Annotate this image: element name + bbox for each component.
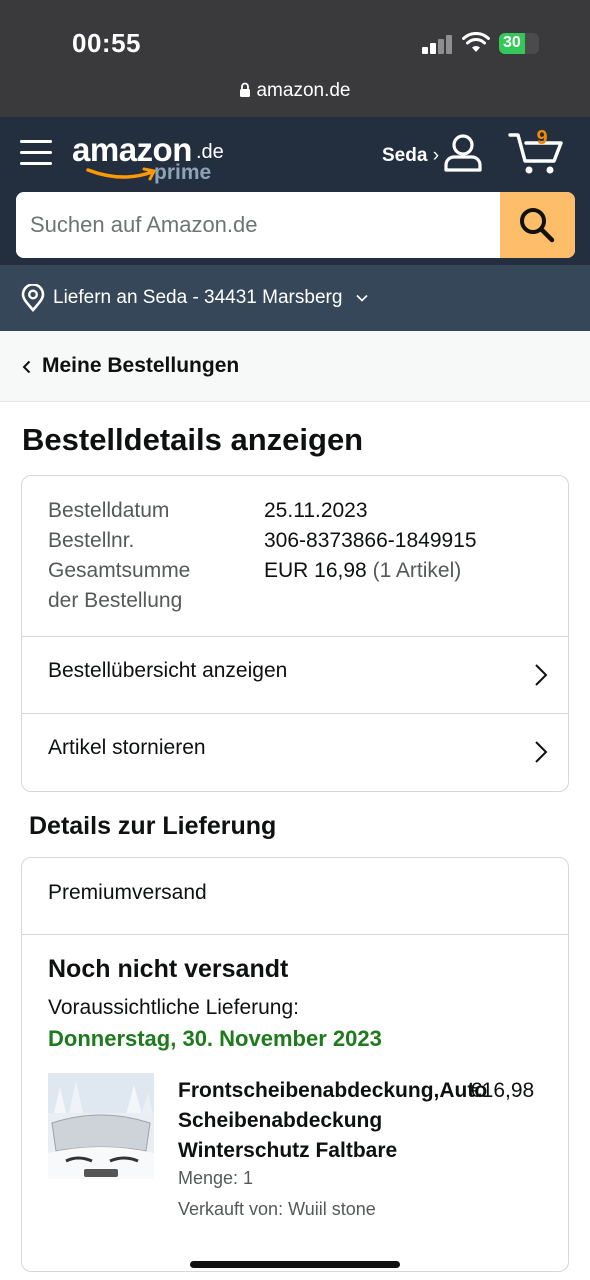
product-image[interactable] — [48, 1073, 154, 1179]
amazon-prime-logo[interactable]: amazon .de prime — [72, 131, 232, 187]
order-total-items: (1 Artikel) — [372, 559, 462, 582]
order-total-label-line2: der Bestellung — [48, 589, 183, 612]
status-time: 00:55 — [72, 28, 141, 58]
logo-prime: prime — [154, 161, 212, 184]
product-seller: Verkauft von: Wuiil stone — [178, 1199, 376, 1219]
order-number-label: Bestellnr. — [48, 529, 135, 552]
url-text: amazon.de — [256, 80, 351, 101]
menu-icon[interactable] — [20, 138, 52, 166]
location-text: Liefern an Seda - 34431 Marsberg — [53, 287, 343, 308]
delivery-estimate-label: Voraussichtliche Lieferung: — [48, 996, 299, 1019]
chevron-down-icon — [356, 294, 368, 302]
location-pin-icon — [21, 284, 45, 312]
chevron-left-icon — [22, 360, 31, 374]
account-name: Seda — [382, 145, 428, 166]
cancel-items-link[interactable]: Artikel stornieren — [22, 713, 568, 790]
breadcrumb[interactable]: Meine Bestellungen — [0, 331, 590, 402]
battery-level: 30 — [503, 34, 521, 51]
search-icon — [520, 208, 555, 243]
order-date-label: Bestelldatum — [48, 499, 170, 522]
browser-top-bar: 00:55 30 amazon.de — [0, 0, 590, 117]
address-bar[interactable]: amazon.de — [0, 80, 590, 102]
shipment-card: Premiumversand Noch nicht versandt Vorau… — [21, 857, 569, 1272]
search-input[interactable] — [16, 192, 500, 258]
shipment-status: Noch nicht versandt — [48, 955, 289, 983]
view-order-summary-label: Bestellübersicht anzeigen — [48, 659, 288, 682]
amazon-header: amazon .de prime Seda › 9 — [0, 117, 590, 265]
search-button[interactable] — [500, 192, 575, 258]
order-number-value: 306-8373866-1849915 — [264, 529, 477, 552]
shipping-method: Premiumversand — [48, 881, 207, 904]
order-total-label-line1: Gesamtsumme — [48, 559, 191, 582]
product-title-link[interactable]: Frontscheibenabdeckung,Auto Scheibenabde… — [178, 1076, 487, 1166]
smile-arrow-icon — [86, 167, 156, 181]
product-photo — [48, 1073, 154, 1179]
delivery-estimate-date: Donnerstag, 30. November 2023 — [48, 1026, 382, 1051]
account-link[interactable]: Seda › — [382, 145, 439, 167]
battery-icon: 30 — [499, 33, 539, 54]
breadcrumb-label: Meine Bestellungen — [42, 354, 240, 377]
delivery-location-bar[interactable]: Liefern an Seda - 34431 Marsberg — [0, 265, 590, 331]
order-total-value-wrap: EUR 16,98 (1 Artikel) — [264, 556, 461, 586]
page-title: Bestelldetails anzeigen — [22, 422, 364, 457]
cellular-signal-icon — [422, 34, 454, 54]
account-chevron: › — [432, 145, 440, 166]
view-order-summary-link[interactable]: Bestellübersicht anzeigen — [22, 636, 568, 713]
delivery-section-title: Details zur Lieferung — [29, 812, 277, 840]
search-bar — [16, 192, 575, 258]
home-indicator — [190, 1261, 400, 1268]
cart-count: 9 — [536, 127, 548, 149]
cart-button[interactable]: 9 — [508, 127, 564, 175]
wifi-icon — [462, 32, 490, 52]
chevron-right-icon — [535, 741, 548, 763]
cancel-items-label: Artikel stornieren — [48, 736, 206, 759]
lock-icon — [240, 82, 251, 97]
product-quantity: Menge: 1 — [178, 1168, 254, 1188]
order-summary-card: Bestelldatum 25.11.2023 Bestellnr. 306-8… — [21, 475, 569, 792]
product-price: €16,98 — [470, 1079, 535, 1102]
chevron-right-icon — [535, 664, 548, 686]
order-total-value: EUR 16,98 — [264, 559, 367, 582]
order-date-value: 25.11.2023 — [264, 499, 368, 522]
divider — [22, 934, 568, 935]
user-icon[interactable] — [443, 132, 483, 172]
